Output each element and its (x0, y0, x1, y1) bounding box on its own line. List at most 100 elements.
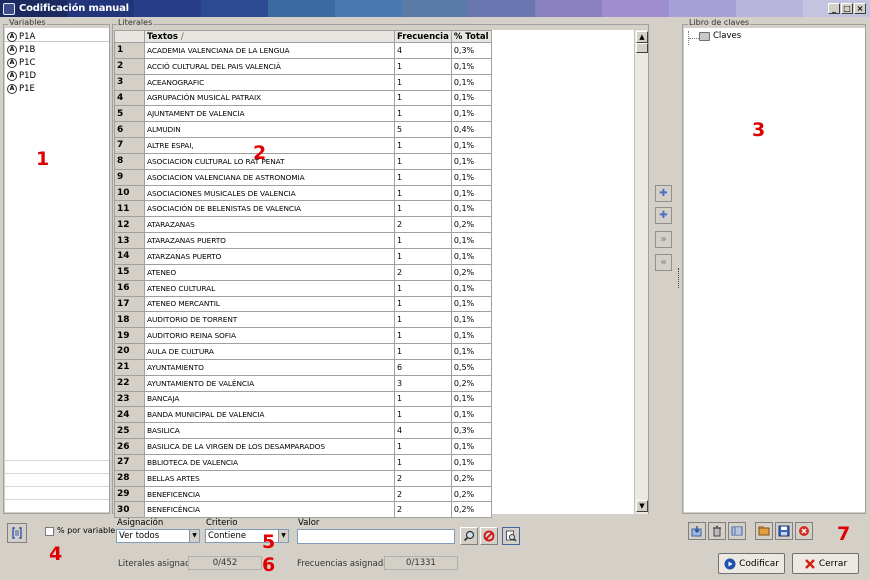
add-code-button[interactable]: ✚ (655, 185, 672, 202)
literal-pct: 0,2% (450, 469, 492, 487)
table-row[interactable]: 19 AUDITORIO REINA SOFIA 1 0,1% (114, 327, 492, 345)
table-row[interactable]: 22 AYUNTAMIENTO DE VALÈNCIA 3 0,2% (114, 374, 492, 392)
table-row[interactable]: 17 ATENEO MERCANTIL 1 0,1% (114, 295, 492, 313)
annotation-3: 3 (752, 119, 766, 141)
table-row[interactable]: 9 ASOCIACION VALENCIANA DE ASTRONOMIA 1 0,1… (114, 168, 492, 186)
literal-frequency: 3 (394, 374, 452, 392)
table-row[interactable]: 28 BELLAS ARTES 2 0,2% (114, 469, 492, 487)
arrow-left-button[interactable]: « (655, 254, 672, 271)
table-row[interactable]: 8 ASOCIACION CULTURAL LO RAT PENAT 1 0,1% (114, 152, 492, 170)
scroll-thumb[interactable] (636, 43, 648, 53)
table-row[interactable]: 25 BASILICA 4 0,3% (114, 422, 492, 440)
variable-item[interactable]: A P1C (7, 56, 35, 69)
literal-text: ACCIÓ CULTURAL DEL PAIS VALENCIÀ (144, 57, 395, 75)
table-row[interactable]: 24 BANDA MUNICIPAL DE VALENCIA 1 0,1% (114, 406, 492, 424)
variables-list[interactable] (5, 28, 109, 512)
row-number: 8 (114, 152, 145, 170)
table-row[interactable]: 18 AUDITORIO DE TORRENT 1 0,1% (114, 311, 492, 329)
row-number: 23 (114, 390, 145, 408)
row-number: 22 (114, 374, 145, 392)
header-pct-total[interactable]: % Total (450, 30, 492, 43)
arrow-right-button[interactable]: » (655, 231, 672, 248)
minimize-button[interactable]: _ (828, 3, 840, 14)
variable-item[interactable]: A P1B (7, 43, 35, 56)
table-row[interactable]: 14 ATARZANAS PUERTO 1 0,1% (114, 247, 492, 265)
table-row[interactable]: 4 AGRUPACIÓN MUSICAL PATRAIX 1 0,1% (114, 89, 492, 107)
row-number: 18 (114, 311, 145, 329)
literal-pct: 0,2% (450, 485, 492, 503)
literal-pct: 0,1% (450, 57, 492, 75)
splitter-grip[interactable] (678, 268, 680, 288)
search-icon (463, 530, 475, 542)
table-row[interactable]: 30 BENEFICÈNCIA 2 0,2% (114, 501, 492, 519)
literal-pct: 0,1% (450, 453, 492, 471)
table-row[interactable]: 6 ALMUDIN 5 0,4% (114, 121, 492, 139)
table-row[interactable]: 29 BENEFICENCIA 2 0,2% (114, 485, 492, 503)
floppy-disk-icon (778, 525, 790, 537)
header-frequency[interactable]: Frecuencia (394, 30, 452, 43)
table-row[interactable]: 1 ACADEMIA VALENCIANA DE LA LENGUA 4 0,3% (114, 42, 492, 59)
table-row[interactable]: 23 BANCAJA 1 0,1% (114, 390, 492, 408)
table-row[interactable]: 13 ATARAZANAS PUERTO 1 0,1% (114, 232, 492, 249)
cancel-button[interactable] (795, 522, 813, 540)
table-row[interactable]: 16 ATENEO CULTURAL 1 0,1% (114, 279, 492, 297)
scroll-down-button[interactable]: ▼ (636, 500, 648, 512)
row-number: 2 (114, 57, 145, 75)
table-row[interactable]: 3 ACEANOGRAFIC 1 0,1% (114, 73, 492, 91)
row-number: 10 (114, 184, 145, 202)
pct-por-variable-checkbox[interactable] (45, 527, 54, 536)
table-row[interactable]: 20 AULA DE CULTURA 1 0,1% (114, 343, 492, 360)
variable-item[interactable]: A P1E (7, 82, 35, 95)
delete-button[interactable] (708, 522, 726, 540)
text-variable-icon: A (7, 31, 17, 42)
scroll-up-button[interactable]: ▲ (636, 31, 648, 43)
table-row[interactable]: 27 BBLIOTECA DE VALENCIA 1 0,1% (114, 453, 492, 471)
code-tree[interactable]: Claves (684, 28, 865, 512)
open-book-button[interactable] (755, 522, 773, 540)
table-row[interactable]: 5 AJUNTAMENT DE VALENCIA 1 0,1% (114, 105, 492, 123)
maximize-button[interactable]: □ (841, 3, 853, 14)
row-number: 14 (114, 247, 145, 265)
cerrar-button[interactable]: Cerrar (792, 553, 859, 574)
literal-pct: 0,1% (450, 295, 492, 313)
variable-item[interactable]: A P1A (7, 30, 35, 43)
clear-filter-button[interactable] (480, 527, 498, 545)
table-row[interactable]: 26 BASILICA DE LA VIRGEN DE LOS DESAMPARA… (114, 438, 492, 455)
table-row[interactable]: 15 ATENEO 2 0,2% (114, 263, 492, 281)
header-texts[interactable]: Textos / (144, 30, 395, 43)
literal-text: AULA DE CULTURA (144, 343, 395, 360)
annotation-6: 6 (262, 554, 276, 576)
literal-pct: 0,1% (450, 406, 492, 424)
row-number: 25 (114, 422, 145, 440)
frecuencias-asignadas-label: Frecuencias asignadas: (297, 559, 396, 569)
codificar-button[interactable]: Codificar (718, 553, 785, 574)
folder-icon (699, 32, 710, 41)
table-row[interactable]: 2 ACCIÓ CULTURAL DEL PAIS VALENCIÀ 1 0,1% (114, 57, 492, 75)
table-view-button[interactable] (728, 522, 746, 540)
save-button[interactable] (775, 522, 793, 540)
literal-pct: 0,1% (450, 247, 492, 265)
variable-item[interactable]: A P1D (7, 69, 36, 82)
search-button[interactable] (460, 527, 478, 545)
add-subcode-button[interactable]: ✚ (655, 207, 672, 224)
variable-list-button[interactable] (7, 523, 27, 543)
table-row[interactable]: 12 ATARAZANAS 2 0,2% (114, 216, 492, 234)
literales-scrollbar[interactable]: ▲ ▼ (634, 30, 648, 514)
close-button[interactable]: × (854, 3, 866, 14)
tree-root-claves[interactable]: Claves (713, 31, 741, 41)
literal-pct: 0,3% (450, 422, 492, 440)
advanced-search-button[interactable] (502, 527, 520, 545)
folder-open-icon (758, 526, 770, 536)
valor-input[interactable] (297, 529, 455, 544)
table-row[interactable]: 11 ASOCIACIÓN DE BELENISTAS DE VALENCIA 1 0… (114, 200, 492, 218)
table-row[interactable]: 21 AYUNTAMIENTO 6 0,5% (114, 358, 492, 376)
row-number: 17 (114, 295, 145, 313)
row-number: 29 (114, 485, 145, 503)
table-row[interactable]: 7 ALTRE ESPAI, 1 0,1% (114, 137, 492, 154)
import-button[interactable] (688, 522, 706, 540)
literal-text: BANDA MUNICIPAL DE VALENCIA (144, 406, 395, 424)
criterio-select[interactable]: Contiene ▼ (205, 529, 289, 543)
row-number: 1 (114, 42, 145, 59)
table-row[interactable]: 10 ASOCIACIONES MUSICALES DE VALENCIA 1 0,1… (114, 184, 492, 202)
asignacion-select[interactable]: Ver todos ▼ (116, 529, 200, 543)
